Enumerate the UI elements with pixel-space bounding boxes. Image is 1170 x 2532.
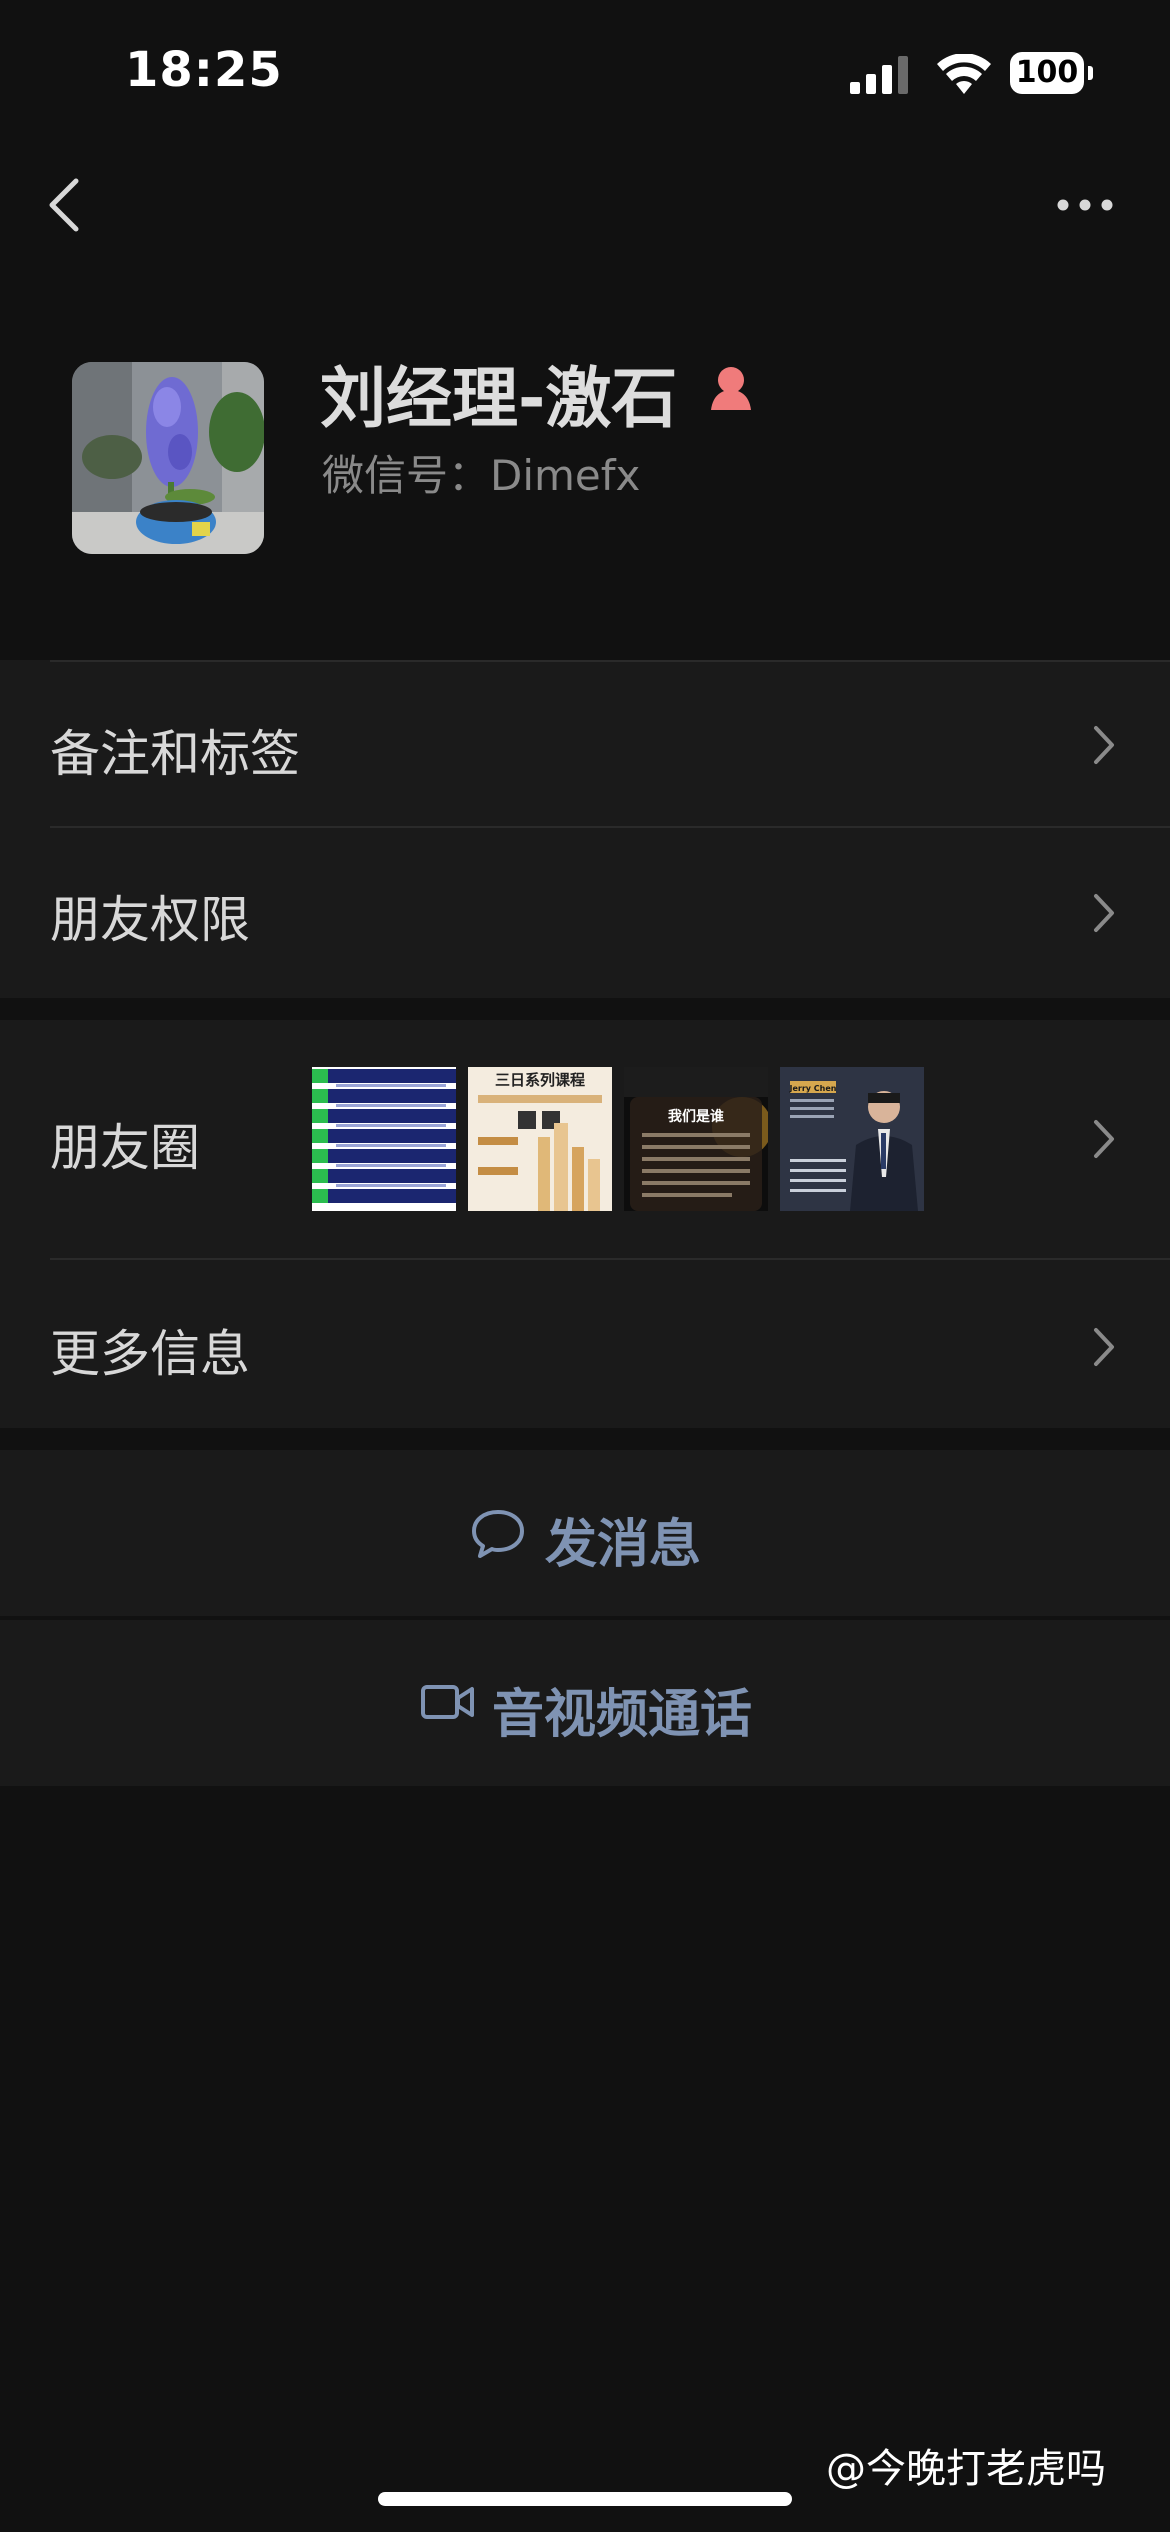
chevron-right-icon	[1094, 726, 1114, 764]
friend-permissions-row[interactable]: 朋友权限	[0, 828, 1170, 998]
moments-thumb-2: 三日系列课程	[468, 1067, 612, 1211]
thumb3-title: 我们是谁	[668, 1108, 724, 1125]
more-info-row[interactable]: 更多信息	[0, 1260, 1170, 1428]
remark-tags-label: 备注和标签	[50, 725, 300, 783]
avatar[interactable]	[72, 362, 264, 554]
moments-thumb-1	[312, 1067, 456, 1211]
thumb4-name: Jerry Chen	[789, 1084, 837, 1093]
wechat-id: 微信号：Dimefx	[322, 451, 641, 500]
moments-thumb-4: Jerry Chen	[780, 1067, 924, 1211]
battery-icon: 100	[1010, 52, 1084, 94]
chevron-right-icon	[1094, 1120, 1114, 1158]
watermark: @今晚打老虎吗	[826, 2436, 1106, 2494]
more-info-label: 更多信息	[50, 1325, 250, 1383]
remark-tags-row[interactable]: 备注和标签	[0, 662, 1170, 828]
signal-icon	[850, 56, 908, 94]
chevron-right-icon	[1094, 1328, 1114, 1366]
female-icon	[711, 367, 751, 410]
avatar-image	[72, 362, 264, 554]
more-icon[interactable]	[1055, 195, 1115, 215]
chevron-left-icon[interactable]	[40, 175, 90, 235]
video-camera-icon	[421, 1685, 474, 1719]
thumb2-title: 三日系列课程	[495, 1071, 585, 1089]
moments-thumb-3: 我们是谁	[624, 1067, 768, 1211]
send-message-label: 发消息	[545, 1515, 702, 1575]
video-call-button[interactable]: 音视频通话	[0, 1620, 1170, 1786]
chat-bubble-icon	[472, 1510, 524, 1558]
watermark-text: @今晚打老虎吗	[826, 2446, 1106, 2492]
friend-permissions-label: 朋友权限	[50, 891, 250, 949]
battery-nub	[1088, 66, 1093, 80]
status-time: 18:25	[125, 42, 283, 98]
moments-label: 朋友圈	[50, 1119, 200, 1177]
contact-name: 刘经理-激石	[320, 360, 678, 437]
status-icons: 100	[850, 52, 1093, 102]
home-indicator[interactable]	[378, 2492, 792, 2506]
wifi-icon	[937, 54, 991, 94]
send-message-button[interactable]: 发消息	[0, 1450, 1170, 1616]
chevron-right-icon	[1094, 894, 1114, 932]
video-call-label: 音视频通话	[492, 1685, 753, 1745]
